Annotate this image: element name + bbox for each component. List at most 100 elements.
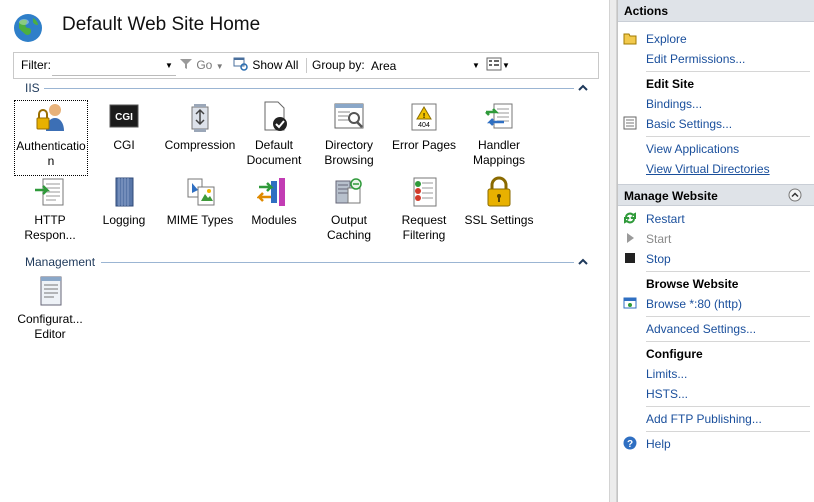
browse-port-80-link[interactable]: Browse *:80 (http): [646, 297, 742, 311]
group-header-iis: IIS: [25, 81, 40, 95]
start-icon: [627, 233, 634, 243]
restart-icon: [624, 212, 636, 224]
feature-handler-mappings[interactable]: Handler Mappings: [463, 100, 535, 174]
request-filtering-icon: [413, 177, 437, 207]
chevron-down-icon[interactable]: ▼: [472, 53, 480, 78]
feature-output-caching[interactable]: Output Caching: [313, 175, 385, 249]
actions-separator: [646, 136, 810, 137]
chevron-down-icon: ▼: [502, 61, 510, 70]
modules-icon: [257, 178, 285, 206]
restart-link[interactable]: Restart: [646, 212, 685, 226]
go-button[interactable]: Go ▼: [179, 53, 224, 78]
hsts-link[interactable]: HSTS...: [646, 387, 688, 401]
configuration-editor-icon: [40, 276, 62, 306]
pane-splitter[interactable]: [609, 0, 617, 502]
actions-separator: [646, 316, 810, 317]
feature-ssl-settings[interactable]: SSL Settings: [463, 175, 535, 249]
advanced-settings-link[interactable]: Advanced Settings...: [646, 322, 756, 336]
group-divider: [44, 88, 574, 89]
handler-mappings-icon: [485, 103, 513, 129]
features-view: Default Web Site Home Filter: ▼ Go ▼ Sho…: [0, 0, 609, 502]
view-mode-button[interactable]: ▼: [486, 57, 510, 74]
group-by-label: Group by:: [312, 58, 365, 72]
show-all-button[interactable]: Show All: [233, 53, 298, 78]
default-document-icon: [264, 101, 287, 131]
svg-text:404: 404: [418, 122, 430, 129]
edit-permissions-link[interactable]: Edit Permissions...: [646, 52, 745, 66]
feature-label: Modules: [251, 213, 297, 227]
go-button-label: Go: [196, 58, 213, 72]
feature-default-document[interactable]: Default Document: [238, 100, 310, 174]
add-ftp-publishing-link[interactable]: Add FTP Publishing...: [646, 412, 762, 426]
basic-settings-link[interactable]: Basic Settings...: [646, 117, 732, 131]
view-grid-icon: [486, 57, 502, 71]
show-all-icon: [233, 57, 248, 71]
filter-toolbar: Filter: ▼ Go ▼ Show All Group by: Area ▼…: [13, 52, 599, 79]
actions-separator: [646, 431, 810, 432]
compression-icon: [191, 104, 209, 132]
chevron-down-icon[interactable]: ▼: [165, 53, 173, 78]
collapse-caret-icon[interactable]: [578, 83, 588, 93]
feature-authentication[interactable]: Authentication: [14, 100, 88, 176]
manage-website-header: Manage Website: [618, 184, 814, 206]
stop-link[interactable]: Stop: [646, 252, 671, 266]
manage-website-title: Manage Website: [624, 189, 718, 203]
collapse-caret-icon[interactable]: [578, 257, 588, 267]
help-icon: ?: [623, 436, 637, 450]
feature-request-filtering[interactable]: Request Filtering: [388, 175, 460, 249]
start-link[interactable]: Start: [646, 232, 671, 246]
feature-label: Handler Mappings: [472, 138, 526, 167]
filter-input[interactable]: [52, 56, 176, 76]
feature-label: Request Filtering: [401, 213, 447, 242]
configure-header: Configure: [646, 347, 703, 361]
folder-icon: [623, 33, 637, 45]
funnel-icon: [180, 59, 192, 69]
output-caching-icon: [335, 178, 362, 204]
feature-configuration-editor[interactable]: Configurat... Editor: [14, 274, 86, 348]
group-divider: [101, 262, 574, 263]
limits-link[interactable]: Limits...: [646, 367, 687, 381]
feature-http-response[interactable]: HTTP Respon...: [14, 175, 86, 249]
feature-error-pages[interactable]: ! 404 Error Pages: [388, 100, 460, 174]
feature-logging[interactable]: Logging: [88, 175, 160, 249]
basic-settings-icon: [623, 116, 637, 130]
feature-label: Configurat... Editor: [17, 312, 83, 341]
svg-text:CGI: CGI: [115, 112, 133, 123]
globe-icon: [14, 14, 42, 42]
cgi-icon: CGI: [109, 104, 139, 128]
logging-icon: [115, 177, 134, 207]
help-link[interactable]: Help: [646, 437, 671, 451]
stop-icon: [625, 253, 635, 263]
group-by-select[interactable]: Area: [370, 56, 486, 77]
collapse-circle-icon[interactable]: [788, 188, 802, 202]
view-applications-link[interactable]: View Applications: [646, 142, 739, 156]
actions-separator: [646, 71, 810, 72]
actions-pane-title: Actions: [618, 0, 814, 22]
feature-label: MIME Types: [166, 213, 234, 227]
ssl-settings-icon: [487, 176, 511, 207]
actions-separator: [646, 271, 810, 272]
feature-cgi[interactable]: CGI CGI: [88, 100, 160, 174]
feature-label: Logging: [102, 213, 146, 227]
filter-label: Filter:: [21, 58, 51, 72]
feature-label: Error Pages: [391, 138, 457, 152]
feature-label: CGI: [113, 138, 135, 152]
page-title: Default Web Site Home: [62, 14, 261, 35]
feature-compression[interactable]: Compression: [164, 100, 236, 174]
bindings-link[interactable]: Bindings...: [646, 97, 702, 111]
feature-label: Compression: [164, 138, 236, 152]
feature-mime-types[interactable]: MIME Types: [164, 175, 236, 249]
toolbar-separator: [306, 58, 307, 73]
feature-directory-browsing[interactable]: Directory Browsing: [313, 100, 385, 174]
svg-text:?: ?: [627, 439, 633, 450]
browse-icon: [623, 297, 637, 309]
feature-label: Output Caching: [326, 213, 372, 242]
error-pages-icon: ! 404: [411, 103, 437, 131]
explore-link[interactable]: Explore: [646, 32, 687, 46]
actions-separator: [646, 406, 810, 407]
actions-pane: Actions Explore Edit Permissions... Edit…: [617, 0, 814, 502]
chevron-down-icon: ▼: [215, 62, 224, 71]
view-virtual-directories-link[interactable]: View Virtual Directories: [646, 162, 770, 176]
show-all-label: Show All: [252, 58, 299, 72]
feature-modules[interactable]: Modules: [238, 175, 310, 249]
